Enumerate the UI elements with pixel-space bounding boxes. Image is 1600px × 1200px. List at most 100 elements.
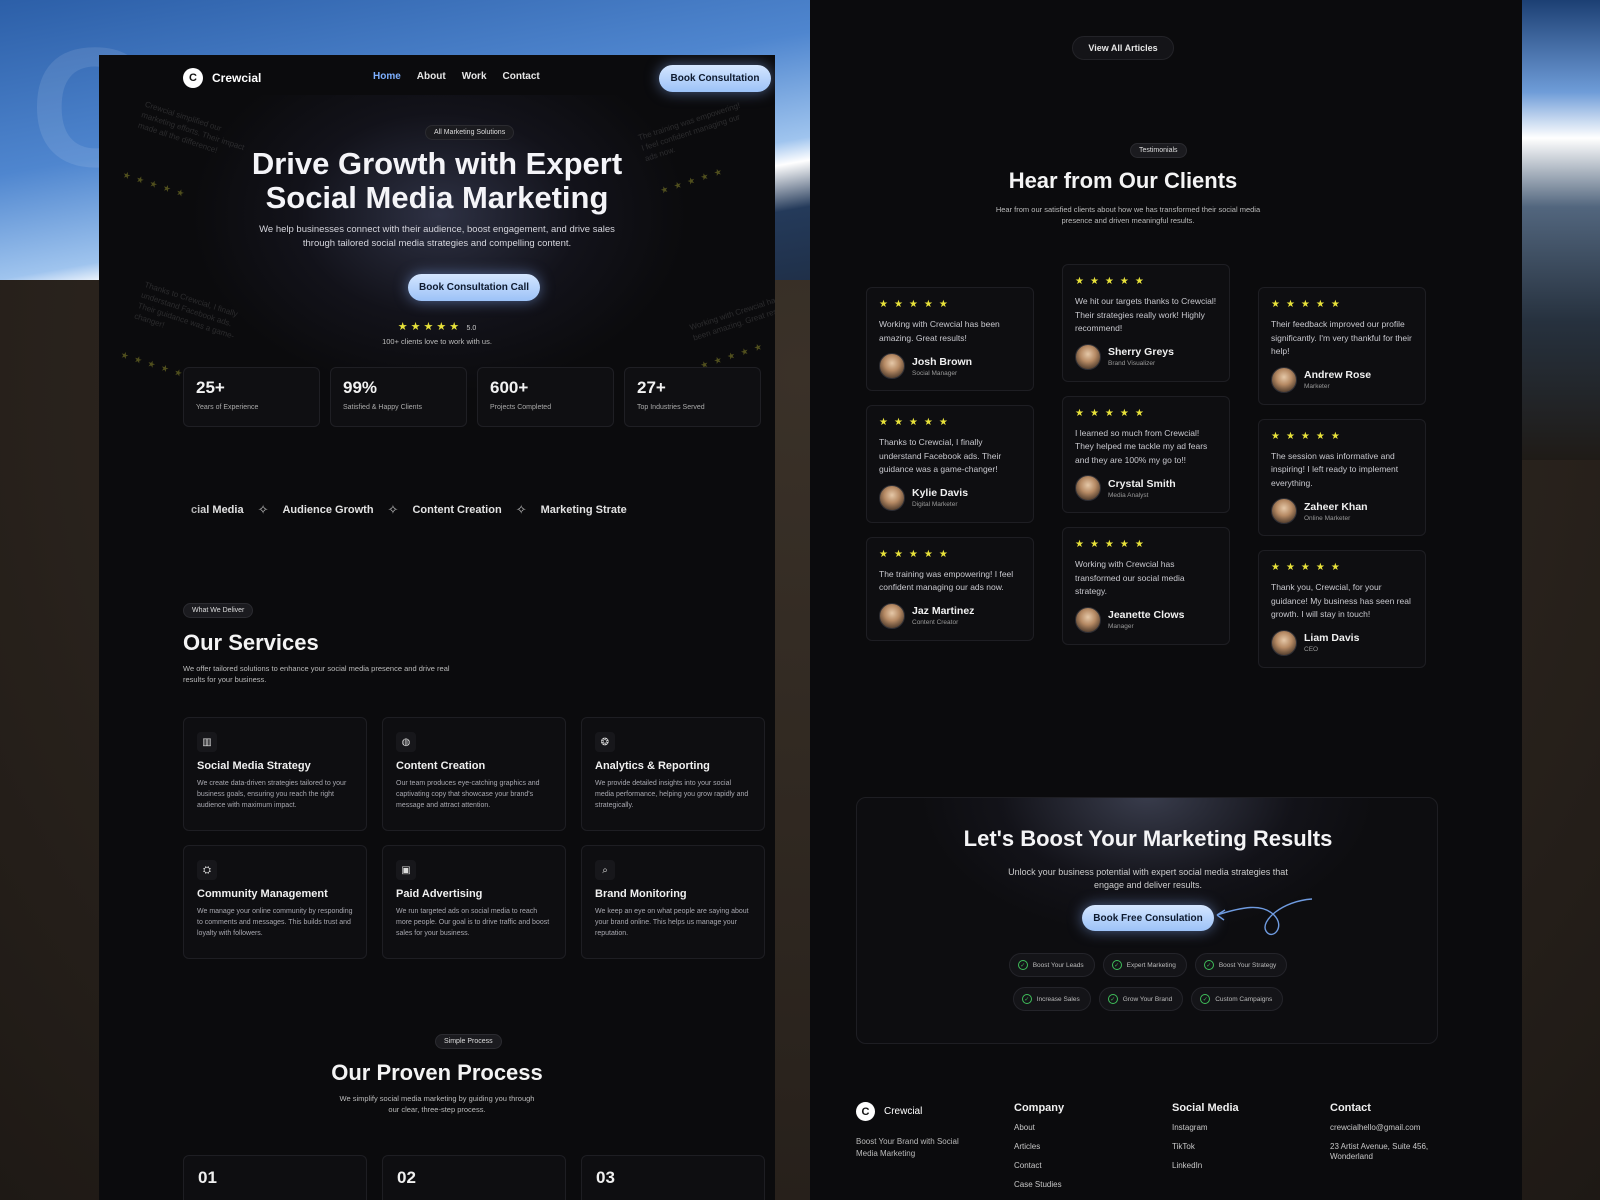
sparkle-icon: ✧ xyxy=(515,502,527,517)
curly-arrow-icon xyxy=(1216,898,1313,936)
service-card[interactable]: ⛭ Community Management We manage your on… xyxy=(183,845,367,959)
service-title: Brand Monitoring xyxy=(595,888,687,900)
avatar xyxy=(1075,475,1101,501)
service-card[interactable]: ▥ Social Media Strategy We create data-d… xyxy=(183,717,367,831)
ticker-item: Audience Growth xyxy=(282,504,374,516)
footer-link-linkedin[interactable]: LinkedIn xyxy=(1172,1161,1239,1171)
search-icon: ⌕ xyxy=(595,860,615,880)
rating-stars-icon: ★★★★★ xyxy=(879,548,954,560)
hero-rating: ★★★★★ 5.0 100+ clients love to work with… xyxy=(337,317,537,346)
rating-stars-icon: ★★★★★ xyxy=(1271,562,1346,573)
book-consultation-call-button[interactable]: Book Consultation Call xyxy=(408,274,540,301)
footer-heading: Contact xyxy=(1330,1102,1371,1114)
check-icon: ✓ xyxy=(1021,994,1032,1004)
footer-email-link[interactable]: crewcialhello@gmail.com xyxy=(1330,1123,1450,1133)
testimonial-author: Zaheer Khan Online Marketer xyxy=(1271,498,1413,524)
cta-chip-row-1: ✓ Boost Your Leads ✓ Expert Marketing ✓ Boo… xyxy=(857,953,1437,977)
process-step-card: 02 xyxy=(382,1155,566,1200)
landing-page-top: C Crewcial Home About Work Contact Book … xyxy=(99,55,775,1200)
avatar xyxy=(1075,343,1101,370)
testimonial-author: Jeanette Clows Manager xyxy=(1075,606,1217,633)
nav-link-home[interactable]: Home xyxy=(373,71,401,82)
testimonial-card: ★★★★★ The training was empowering! I fee… xyxy=(866,536,1034,641)
nav-links: Home About Work Contact xyxy=(373,71,540,82)
landing-page-bottom: View All Articles Testimonials Hear from… xyxy=(810,0,1522,1200)
service-title: Content Creation xyxy=(396,760,486,772)
brand-name[interactable]: Crewcial xyxy=(884,1106,922,1117)
footer-link-case-studies[interactable]: Case Studies xyxy=(1014,1180,1064,1190)
testimonial-text: I learned so much from Crewcial! They he… xyxy=(1075,427,1208,465)
chip-label: Increase Sales xyxy=(1036,995,1080,1003)
stat-card: 600+ Projects Completed xyxy=(477,367,614,427)
footer-heading: Social Media xyxy=(1172,1102,1239,1114)
ticker-item: Content Creation xyxy=(412,504,502,516)
chip-label: Grow Your Brand xyxy=(1122,995,1173,1003)
author-name: Sherry Greys xyxy=(1108,346,1174,358)
avatar xyxy=(879,353,905,379)
cta-chip-row-2: ✓ Increase Sales ✓ Grow Your Brand ✓ Custom… xyxy=(857,987,1437,1011)
testimonial-text: Working with Crewcial has been amazing. … xyxy=(879,319,1000,343)
cta-title: Let's Boost Your Marketing Results xyxy=(963,826,1333,851)
testimonial-author: Jaz Martinez Content Creator xyxy=(879,602,1021,629)
stat-number: 25+ xyxy=(196,378,225,397)
step-number: 02 xyxy=(397,1168,416,1187)
check-icon: ✓ xyxy=(1203,960,1214,970)
author-name: Zaheer Khan xyxy=(1304,500,1368,513)
rating-caption: 100+ clients love to work with us. xyxy=(382,337,492,346)
service-card[interactable]: ❂ Analytics & Reporting We provide detai… xyxy=(581,717,765,831)
footer-link-articles[interactable]: Articles xyxy=(1014,1142,1064,1152)
footer-link-tiktok[interactable]: TikTok xyxy=(1172,1142,1239,1152)
footer-link-instagram[interactable]: Instagram xyxy=(1172,1123,1239,1133)
handshake-icon: ⛭ xyxy=(197,860,217,880)
check-icon: ✓ xyxy=(1017,960,1028,970)
footer-column-social: Social Media Instagram TikTok LinkedIn xyxy=(1172,1102,1239,1171)
service-title: Social Media Strategy xyxy=(197,760,311,772)
service-description: Our team produces eye-catching graphics … xyxy=(396,780,540,809)
testimonial-author: Josh Brown Social Manager xyxy=(879,353,1021,379)
service-description: We manage your online community by respo… xyxy=(197,908,353,937)
footer-address: 23 Artist Avenue, Suite 456, Wonderland xyxy=(1330,1142,1429,1161)
service-card[interactable]: ◍ Content Creation Our team produces eye… xyxy=(382,717,566,831)
chip-label: Boost Your Strategy xyxy=(1218,961,1277,969)
avatar xyxy=(879,602,905,629)
nav-link-work[interactable]: Work xyxy=(462,71,487,82)
process-step-card: 01 xyxy=(183,1155,367,1200)
testimonial-column-1: ★★★★★ Working with Crewcial has been ama… xyxy=(866,287,1034,641)
footer-column-contact: Contact crewcialhello@gmail.com 23 Artis… xyxy=(1330,1102,1450,1162)
service-card[interactable]: ▣ Paid Advertising We run targeted ads o… xyxy=(382,845,566,959)
nav-link-contact[interactable]: Contact xyxy=(503,71,540,82)
author-name: Jaz Martinez xyxy=(912,605,975,617)
testimonials-title: Hear from Our Clients xyxy=(1008,168,1238,193)
stat-label: Projects Completed xyxy=(490,404,552,411)
testimonial-card: ★★★★★ Thank you, Crewcial, for your guid… xyxy=(1258,550,1426,668)
avatar xyxy=(879,484,905,511)
testimonials-tag: Testimonials xyxy=(1130,143,1187,158)
service-description: We keep an eye on what people are saying… xyxy=(595,908,749,937)
view-all-articles-button[interactable]: View All Articles xyxy=(1072,36,1174,60)
step-number: 01 xyxy=(198,1168,217,1187)
service-card[interactable]: ⌕ Brand Monitoring We keep an eye on wha… xyxy=(581,845,765,959)
process-step-card: 03 xyxy=(581,1155,765,1200)
logo-icon[interactable]: C xyxy=(856,1102,875,1121)
book-free-consultation-button[interactable]: Book Free Consulation xyxy=(1082,905,1214,931)
author-name: Andrew Rose xyxy=(1304,369,1372,381)
testimonial-author: Crystal Smith Media Analyst xyxy=(1075,475,1217,501)
service-description: We create data-driven strategies tailore… xyxy=(197,780,347,809)
logo-icon[interactable]: C xyxy=(183,68,203,88)
service-description: We provide detailed insights into your s… xyxy=(595,780,749,809)
testimonial-text: Their feedback improved our profile sign… xyxy=(1271,319,1412,356)
decorative-quote-right-2: Working with Crewcial has been amazing. … xyxy=(688,294,775,343)
testimonial-text: Thank you, Crewcial, for your guidance! … xyxy=(1271,582,1411,619)
process-title: Our Proven Process xyxy=(331,1060,543,1085)
hero-tag: All Marketing Solutions xyxy=(425,125,515,140)
testimonial-card: ★★★★★ Working with Crewcial has been ama… xyxy=(866,287,1034,391)
brand-name[interactable]: Crewcial xyxy=(212,71,261,85)
rating-stars-icon: ★★★★★ xyxy=(879,417,954,428)
book-consultation-button[interactable]: Book Consultation xyxy=(659,65,771,92)
footer-link-contact[interactable]: Contact xyxy=(1014,1161,1064,1171)
footer-link-about[interactable]: About xyxy=(1014,1123,1064,1133)
rating-stars-icon: ★★★★★ xyxy=(1075,539,1150,550)
nav-link-about[interactable]: About xyxy=(417,71,446,82)
feature-chip: ✓ Boost Your Leads xyxy=(1008,953,1095,977)
avatar xyxy=(1271,366,1297,393)
